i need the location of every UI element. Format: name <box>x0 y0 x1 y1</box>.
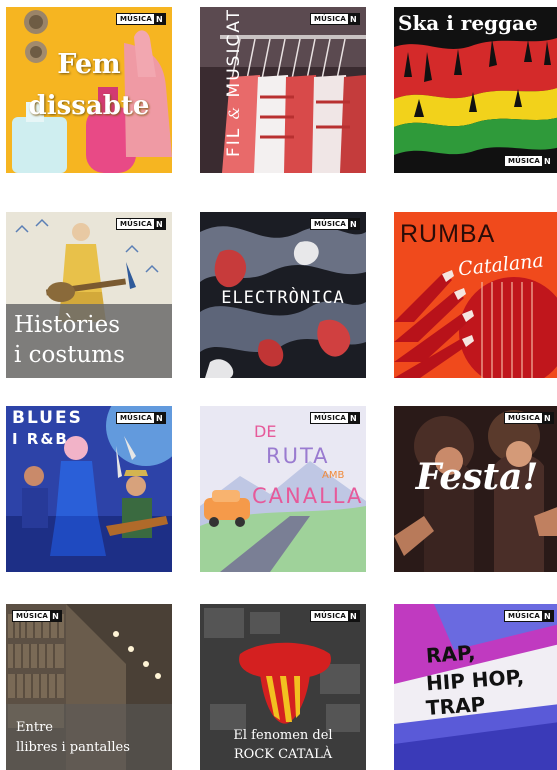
playlist-card-fem-dissabte[interactable]: Fem dissabte MÚSICA N <box>6 7 172 173</box>
playlist-card-rock-catala[interactable]: El fenomen del ROCK CATALÀ MÚSICA N <box>200 604 366 770</box>
badge-n-logo: N <box>154 413 165 423</box>
playlist-title-line1: Fem <box>57 49 121 80</box>
musica-badge: MÚSICA N <box>115 412 166 424</box>
badge-n-logo: N <box>348 611 359 621</box>
playlist-title-line1: DE <box>254 422 277 441</box>
playlist-title-line2: RUTA <box>266 444 330 468</box>
playlist-title-line1: BLUES <box>12 408 83 428</box>
playlist-title-line2: MUSICAT <box>224 7 244 98</box>
playlist-card-ska-reggae[interactable]: Ska i reggae MÚSICA N <box>394 7 557 173</box>
playlist-title-line2: llibres i pantalles <box>16 740 130 755</box>
playlist-title-line1: RAP, <box>425 640 477 668</box>
badge-text: MÚSICA <box>119 414 152 422</box>
musica-badge: MÚSICA N <box>309 610 360 622</box>
playlist-card-electronica[interactable]: ELECTRÒNICA MÚSICA N <box>200 212 366 378</box>
playlist-card-rap-hip-hop-trap[interactable]: RAP, HIP HOP, TRAP MÚSICA N <box>394 604 557 770</box>
badge-n-logo: N <box>542 413 553 423</box>
playlist-title-line1: RUMBA <box>400 220 496 248</box>
playlist-title-amb: AMB <box>322 470 345 481</box>
playlist-grid: Fem dissabte MÚSICA N FIL & MUSICAT MÚSI… <box>0 0 557 770</box>
musica-badge: MÚSICA N <box>115 13 166 25</box>
playlist-card-entre-llibres-i-pantalles[interactable]: Entre llibres i pantalles MÚSICA N <box>6 604 172 770</box>
badge-n-logo: N <box>542 611 553 621</box>
badge-text: MÚSICA <box>313 612 346 620</box>
playlist-card-rumba-catalana[interactable]: RUMBA Catalana <box>394 212 557 378</box>
badge-text: MÚSICA <box>507 157 540 165</box>
badge-text: MÚSICA <box>313 414 346 422</box>
playlist-title-line2: I R&B <box>12 430 69 448</box>
musica-badge: MÚSICA N <box>309 218 360 230</box>
playlist-title-line1: Històries <box>14 312 121 338</box>
playlist-title-line1: FIL <box>224 126 244 157</box>
musica-badge: MÚSICA N <box>503 155 554 167</box>
badge-text: MÚSICA <box>313 15 346 23</box>
playlist-title-line2: dissabte <box>28 91 150 121</box>
badge-n-logo: N <box>154 14 165 24</box>
playlist-title-line2: i costums <box>14 342 125 368</box>
musica-badge: MÚSICA N <box>309 13 360 25</box>
cleaning-artwork <box>6 7 172 173</box>
musica-badge: MÚSICA N <box>115 218 166 230</box>
badge-text: MÚSICA <box>313 220 346 228</box>
badge-text: MÚSICA <box>507 612 540 620</box>
playlist-card-histories-costums[interactable]: Històries i costums MÚSICA N <box>6 212 172 378</box>
playlist-card-festa[interactable]: Festa! MÚSICA N <box>394 406 557 572</box>
musica-badge: MÚSICA N <box>503 412 554 424</box>
playlist-title: ELECTRÒNICA <box>221 288 345 308</box>
playlist-title-amp: & <box>227 104 243 120</box>
badge-n-logo: N <box>50 611 62 621</box>
badge-n-logo: N <box>154 219 165 229</box>
playlist-card-de-ruta-amb-canalla[interactable]: DE RUTA AMB CANALLA MÚSICA N <box>200 406 366 572</box>
rolling-tongue-artwork <box>200 604 366 770</box>
badge-n-logo: N <box>348 219 359 229</box>
badge-text: MÚSICA <box>119 220 152 228</box>
playlist-card-fil-musicat[interactable]: FIL & MUSICAT MÚSICA N <box>200 7 366 173</box>
badge-text: MÚSICA <box>507 414 540 422</box>
playlist-title: Ska i reggae <box>398 11 538 35</box>
playlist-title-line1: Entre <box>16 720 53 735</box>
badge-text: MÚSICA <box>16 612 49 620</box>
playlist-title-line2: ROCK CATALÀ <box>233 747 333 762</box>
playlist-title: Festa! <box>415 456 539 498</box>
playlist-title-line3: CANALLA <box>252 484 364 508</box>
playlist-card-blues-rnb[interactable]: BLUES I R&B MÚSICA N <box>6 406 172 572</box>
musica-badge: MÚSICA N <box>503 610 554 622</box>
playlist-title-line1: El fenomen del <box>233 728 333 743</box>
musica-badge: MÚSICA N <box>12 610 63 622</box>
badge-n-logo: N <box>348 413 359 423</box>
badge-n-logo: N <box>348 14 359 24</box>
musica-badge: MÚSICA N <box>309 412 360 424</box>
playlist-title-line3: TRAP <box>425 691 486 721</box>
badge-text: MÚSICA <box>119 15 152 23</box>
badge-n-logo: N <box>542 156 553 166</box>
